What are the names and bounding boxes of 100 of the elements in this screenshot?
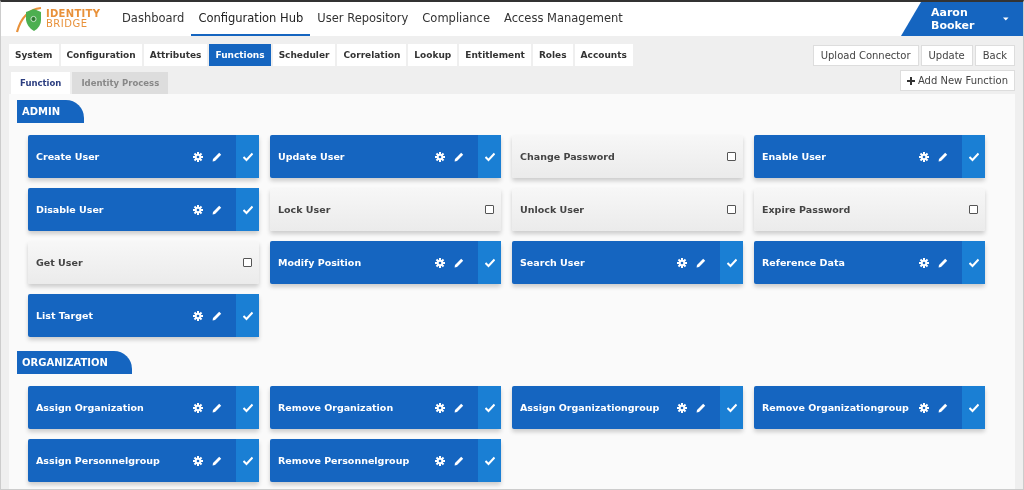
action-button[interactable]: Back xyxy=(974,45,1015,66)
tab[interactable]: Functions xyxy=(209,44,271,66)
nav-link[interactable]: Dashboard xyxy=(115,2,192,36)
function-card[interactable]: Assign Organization xyxy=(28,386,259,429)
check-icon xyxy=(726,402,737,413)
checkbox[interactable] xyxy=(962,386,985,429)
gear-icon xyxy=(193,151,203,162)
function-name: Expire Password xyxy=(762,204,851,215)
check-icon xyxy=(242,402,253,413)
gear-icon xyxy=(193,455,203,466)
checkbox[interactable] xyxy=(236,188,259,231)
checkbox[interactable] xyxy=(727,152,736,161)
add-function-button[interactable]: Add New Function xyxy=(899,70,1015,91)
function-name: Get User xyxy=(36,257,83,268)
function-name: Reference Data xyxy=(762,257,845,268)
function-name: Search User xyxy=(520,257,585,268)
checkbox[interactable] xyxy=(478,386,501,429)
function-name: Disable User xyxy=(36,204,104,215)
pencil-icon xyxy=(454,257,464,268)
checkbox[interactable] xyxy=(478,241,501,284)
function-card[interactable]: Create User xyxy=(28,135,259,178)
checkbox[interactable] xyxy=(485,205,494,214)
function-name: Assign Personnelgroup xyxy=(36,455,160,466)
check-icon xyxy=(968,151,979,162)
gear-icon xyxy=(193,402,203,413)
gear-icon xyxy=(919,402,929,413)
plus-icon xyxy=(906,76,915,85)
user-menu[interactable]: Aaron Booker xyxy=(901,2,1023,36)
checkbox[interactable] xyxy=(969,205,978,214)
checkbox[interactable] xyxy=(236,386,259,429)
function-card[interactable]: Enable User xyxy=(754,135,985,178)
nav-link[interactable]: Compliance xyxy=(415,2,498,36)
pencil-icon xyxy=(454,402,464,413)
function-card[interactable]: Remove Organizationgroup xyxy=(754,386,985,429)
tab[interactable]: Scheduler xyxy=(272,44,336,66)
function-card[interactable]: Update User xyxy=(270,135,501,178)
function-name: Lock User xyxy=(278,204,331,215)
checkbox[interactable] xyxy=(236,439,259,482)
function-name: Remove Organization xyxy=(278,402,394,413)
checkbox[interactable] xyxy=(727,205,736,214)
pencil-icon xyxy=(454,151,464,162)
check-icon xyxy=(968,402,979,413)
gear-icon xyxy=(435,402,445,413)
checkbox[interactable] xyxy=(962,135,985,178)
checkbox[interactable] xyxy=(236,135,259,178)
nav-link[interactable]: Access Management xyxy=(497,2,630,36)
function-card[interactable]: Search User xyxy=(512,241,743,284)
function-card[interactable]: Lock User xyxy=(270,188,501,231)
tab[interactable]: Configuration xyxy=(60,44,142,66)
function-card[interactable]: Reference Data xyxy=(754,241,985,284)
tab[interactable]: System xyxy=(9,44,59,66)
checkbox[interactable] xyxy=(720,241,743,284)
pencil-icon xyxy=(696,257,706,268)
action-button[interactable]: Upload Connector xyxy=(812,45,919,66)
function-card[interactable]: Modify Position xyxy=(270,241,501,284)
function-card[interactable]: Expire Password xyxy=(754,188,985,231)
gear-icon xyxy=(677,402,687,413)
check-icon xyxy=(242,204,253,215)
function-card[interactable]: Assign Personnelgroup xyxy=(28,439,259,482)
function-card[interactable]: Disable User xyxy=(28,188,259,231)
logo-text: BRIDGE xyxy=(46,19,89,29)
checkbox[interactable] xyxy=(478,439,501,482)
function-card[interactable]: Remove Organization xyxy=(270,386,501,429)
pencil-icon xyxy=(212,455,222,466)
check-icon xyxy=(484,151,495,162)
function-card[interactable]: Unlock User xyxy=(512,188,743,231)
tab[interactable]: Accounts xyxy=(574,44,633,66)
pencil-icon xyxy=(212,310,222,321)
tab[interactable]: Entitlement xyxy=(459,44,531,66)
pencil-icon xyxy=(938,151,948,162)
tab[interactable]: Attributes xyxy=(143,44,208,66)
pencil-icon xyxy=(454,455,464,466)
tab[interactable]: Roles xyxy=(532,44,573,66)
tab[interactable]: Lookup xyxy=(408,44,458,66)
function-card[interactable]: Remove Personnelgroup xyxy=(270,439,501,482)
gear-icon xyxy=(193,310,203,321)
function-card[interactable]: List Target xyxy=(28,294,259,337)
function-name: Assign Organization xyxy=(36,402,144,413)
pencil-icon xyxy=(938,402,948,413)
function-name: Update User xyxy=(278,151,345,162)
nav-link[interactable]: User Repository xyxy=(310,2,416,36)
function-name: List Target xyxy=(36,310,93,321)
tab[interactable]: Correlation xyxy=(337,44,407,66)
function-name: Create User xyxy=(36,151,100,162)
action-button[interactable]: Update xyxy=(920,45,973,66)
check-icon xyxy=(242,455,253,466)
checkbox[interactable] xyxy=(243,258,252,267)
function-card[interactable]: Assign Organizationgroup xyxy=(512,386,743,429)
sub-tab[interactable]: Function xyxy=(11,72,71,94)
function-name: Remove Personnelgroup xyxy=(278,455,410,466)
function-card[interactable]: Change Password xyxy=(512,135,743,178)
checkbox[interactable] xyxy=(720,386,743,429)
nav-link[interactable]: Configuration Hub xyxy=(191,2,311,36)
pencil-icon xyxy=(212,204,222,215)
pencil-icon xyxy=(938,257,948,268)
function-name: Unlock User xyxy=(520,204,584,215)
checkbox[interactable] xyxy=(478,135,501,178)
checkbox[interactable] xyxy=(236,294,259,337)
checkbox[interactable] xyxy=(962,241,985,284)
function-card[interactable]: Get User xyxy=(28,241,259,284)
